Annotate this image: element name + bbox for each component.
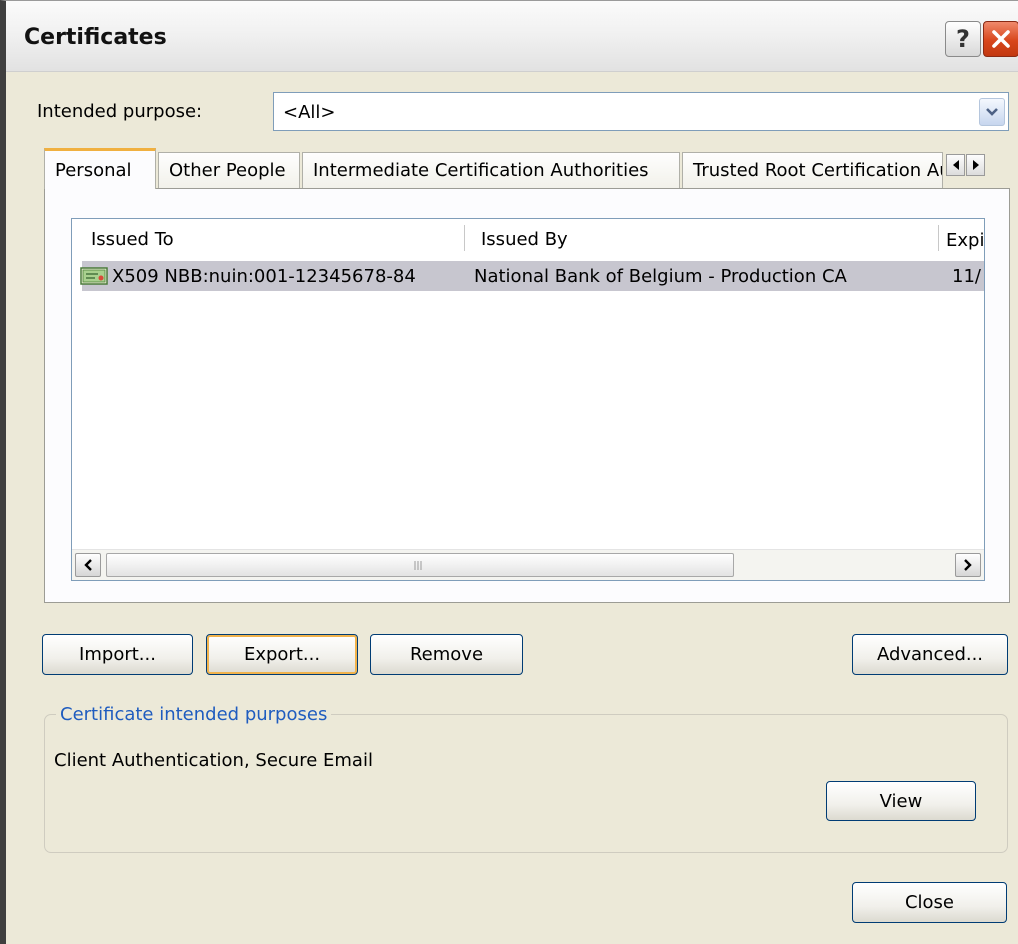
dropdown-arrow-button[interactable] — [979, 98, 1005, 126]
table-row[interactable]: X509 NBB:nuin:001-12345678-84 National B… — [80, 261, 984, 291]
tab-label: Trusted Root Certification Authorities — [693, 160, 942, 181]
column-divider[interactable] — [464, 225, 465, 251]
tab-trusted-root-ca[interactable]: Trusted Root Certification Authorities — [682, 152, 943, 188]
help-button[interactable]: ? — [945, 21, 981, 57]
tab-scroll-left-button[interactable] — [946, 154, 965, 176]
tab-label: Other People — [169, 160, 286, 181]
scrollbar-thumb[interactable] — [106, 553, 734, 577]
certificate-store-tabs: Personal Other People Intermediate Certi… — [44, 148, 1010, 190]
import-button[interactable]: Import... — [42, 634, 193, 675]
chevron-left-icon — [84, 559, 92, 571]
close-button[interactable]: Close — [852, 882, 1007, 923]
close-x-icon — [992, 30, 1010, 48]
tab-label: Intermediate Certification Authorities — [313, 160, 649, 181]
grip-icon — [414, 561, 422, 570]
remove-button[interactable]: Remove — [370, 634, 523, 675]
title-bar[interactable]: Certificates ? — [6, 1, 1018, 72]
export-button[interactable]: Export... — [206, 634, 358, 675]
list-header: Issued To Issued By Expiration Date — [72, 219, 984, 257]
horizontal-scrollbar[interactable] — [72, 549, 984, 580]
column-divider[interactable] — [938, 225, 939, 251]
column-header-label: Expiration Date — [946, 230, 985, 251]
arrow-right-icon — [972, 160, 979, 170]
dialog-title: Certificates — [24, 25, 167, 50]
arrow-left-icon — [952, 160, 959, 170]
tab-other-people[interactable]: Other People — [158, 152, 300, 188]
cell-expiration: 11/ — [952, 266, 981, 287]
column-header-expiration[interactable]: Expiration Date — [946, 229, 985, 251]
scroll-left-button[interactable] — [75, 553, 101, 577]
certificate-icon — [80, 267, 108, 285]
tab-label: Personal — [55, 159, 132, 181]
close-window-button[interactable] — [983, 21, 1018, 57]
tab-scroll-right-button[interactable] — [966, 154, 985, 176]
certificates-dialog: Certificates ? Intended purpose: <All> P… — [0, 0, 1018, 944]
advanced-button[interactable]: Advanced... — [852, 634, 1008, 675]
view-button[interactable]: View — [826, 781, 976, 821]
chevron-right-icon — [964, 559, 972, 571]
tab-personal[interactable]: Personal — [44, 148, 156, 189]
tab-panel-personal: Issued To Issued By Expiration Date X509… — [44, 188, 1010, 603]
intended-purpose-dropdown[interactable]: <All> — [273, 92, 1009, 131]
tab-intermediate-ca[interactable]: Intermediate Certification Authorities — [302, 152, 680, 188]
column-header-issued-to[interactable]: Issued To — [91, 229, 174, 250]
group-legend: Certificate intended purposes — [56, 704, 332, 725]
purposes-text: Client Authentication, Secure Email — [54, 750, 373, 771]
chevron-down-icon — [986, 108, 998, 116]
help-icon: ? — [956, 25, 970, 53]
cell-issued-to: X509 NBB:nuin:001-12345678-84 — [112, 266, 416, 287]
cell-issued-by: National Bank of Belgium - Production CA — [474, 266, 847, 287]
intended-purpose-label: Intended purpose: — [37, 101, 203, 122]
column-header-issued-by[interactable]: Issued By — [481, 229, 568, 250]
scroll-right-button[interactable] — [955, 553, 981, 577]
intended-purpose-value: <All> — [283, 102, 336, 123]
certificate-list[interactable]: Issued To Issued By Expiration Date X509… — [71, 218, 985, 581]
